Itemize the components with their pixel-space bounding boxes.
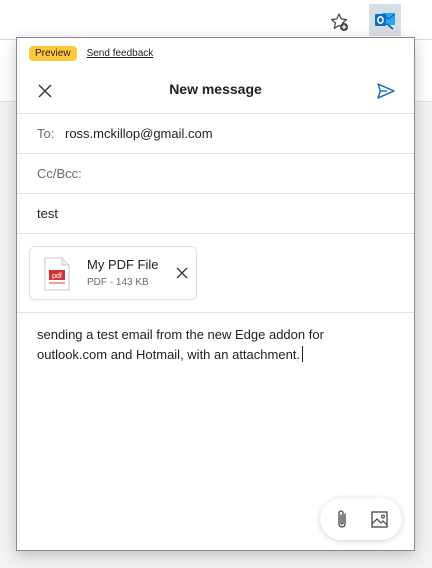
text-caret (302, 346, 304, 362)
pdf-file-icon: pdf (44, 257, 70, 291)
message-body-text: sending a test email from the new Edge a… (37, 327, 324, 362)
compose-actions (320, 498, 402, 540)
to-label: To: (37, 126, 55, 141)
star-plus-icon[interactable] (327, 10, 351, 34)
browser-toolbar (0, 0, 432, 40)
preview-row: Preview Send feedback (29, 44, 153, 62)
attachment-card[interactable]: pdf My PDF File PDF - 143 KB (29, 246, 197, 300)
message-body[interactable]: sending a test email from the new Edge a… (37, 325, 377, 365)
insert-image-icon (371, 511, 388, 528)
paperclip-icon (338, 510, 346, 528)
send-feedback-link[interactable]: Send feedback (87, 48, 154, 59)
close-icon (176, 267, 188, 279)
preview-badge: Preview (29, 45, 77, 61)
cc-bcc-field[interactable]: Cc/Bcc: (17, 153, 414, 193)
svg-text:pdf: pdf (52, 273, 62, 280)
cc-bcc-label: Cc/Bcc: (37, 166, 82, 181)
to-recipient[interactable]: ross.mckillop@gmail.com (65, 126, 213, 141)
send-icon (377, 83, 395, 99)
subject-value[interactable]: test (37, 206, 58, 221)
attachment-meta: PDF - 143 KB (87, 277, 149, 288)
insert-image-button[interactable] (368, 507, 392, 531)
remove-attachment-button[interactable] (174, 265, 190, 281)
page-title: New message (169, 81, 262, 97)
attach-file-button[interactable] (330, 507, 354, 531)
send-button[interactable] (374, 80, 398, 102)
outlook-extension-button[interactable] (369, 4, 401, 36)
attachments-area: pdf My PDF File PDF - 143 KB (17, 233, 414, 313)
subject-field[interactable]: test (17, 193, 414, 233)
compose-header: New message (17, 68, 414, 112)
attachment-name: My PDF File (87, 257, 159, 272)
outlook-icon (375, 13, 396, 30)
compose-popup: Preview Send feedback New message To: ro… (16, 37, 415, 551)
to-field[interactable]: To: ross.mckillop@gmail.com (17, 113, 414, 153)
